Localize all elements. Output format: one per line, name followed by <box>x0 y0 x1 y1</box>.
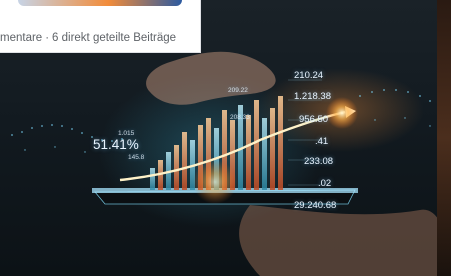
metric-label: 145.8 <box>128 154 145 161</box>
post-thumbnail[interactable] <box>18 0 182 6</box>
meta-separator: · <box>45 32 50 44</box>
metric-label: 29.240.68 <box>294 200 337 211</box>
upper-hand <box>146 51 276 105</box>
metric-label: .02 <box>318 178 332 189</box>
metric-label: 1.218.38 <box>294 91 331 102</box>
metric-label: 210.24 <box>294 70 324 81</box>
main-percent-label: 51.41% <box>93 137 139 152</box>
metric-label: 1.015 <box>118 130 135 137</box>
tablet-glow-spot <box>193 160 237 204</box>
post-engagement-meta: mentare · 6 direkt geteilte Beiträge <box>0 32 176 44</box>
metric-label: 233.08 <box>304 156 334 167</box>
metric-label: 209.22 <box>228 87 248 94</box>
stage: 51.41% 210.24 1.218.38 956.50 .41 233.08… <box>0 0 451 276</box>
metric-label: 208.33 <box>230 114 250 121</box>
metric-label: 956.50 <box>299 114 329 125</box>
shares-link[interactable]: 6 direkt geteilte Beiträge <box>52 32 176 44</box>
comments-link[interactable]: mentare <box>0 32 42 44</box>
post-card: mentare · 6 direkt geteilte Beiträge <box>0 0 201 53</box>
background-edge <box>437 0 451 276</box>
metric-label: .41 <box>315 136 329 147</box>
lower-hand <box>239 205 451 276</box>
